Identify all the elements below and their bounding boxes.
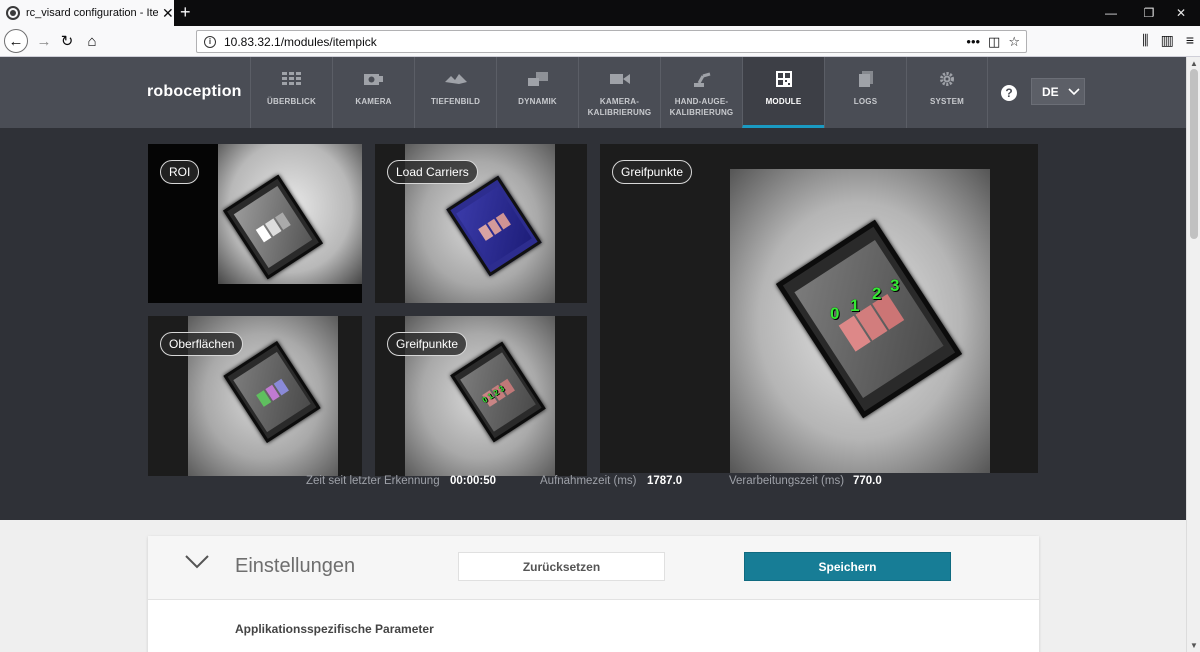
menu-item-logs[interactable]: LOGS <box>824 57 906 128</box>
browser-tab[interactable]: rc_visard configuration - Item P ✕ <box>0 0 174 26</box>
page-scrollbar[interactable]: ▲ ▼ <box>1186 57 1200 652</box>
grasp-label-2: 2 <box>872 284 882 303</box>
menu-label: KAMERA- KALIBRIERUNG <box>587 97 652 117</box>
grasp-label-3: 3 <box>890 276 900 295</box>
address-bar[interactable]: i 10.83.32.1/modules/itempick ••• ◫ ☆ <box>196 30 1027 53</box>
grasp-points-large-image[interactable]: 0 1 2 3 Greifpunkte <box>600 144 1038 473</box>
last-detection-value: 00:00:50 <box>450 475 497 487</box>
surfaces-image[interactable]: Oberflächen <box>148 316 362 476</box>
toolbar-right: ⫼ ▥ ≡ <box>1142 32 1194 49</box>
logo[interactable]: roboception <box>147 83 242 101</box>
menu-item-tiefenbild[interactable]: TIEFENBILD <box>414 57 496 128</box>
section-title: Applikationsspezifische Parameter <box>235 622 434 636</box>
chevron-down-icon <box>1068 87 1080 95</box>
reset-button[interactable]: Zurücksetzen <box>458 552 665 581</box>
scroll-down-icon[interactable]: ▼ <box>1190 641 1198 650</box>
grasp-label-1: 1 <box>850 296 860 315</box>
depth-icon <box>444 71 467 87</box>
language-select[interactable]: DE <box>1031 78 1085 105</box>
menu-label: HAND-AUGE- KALIBRIERUNG <box>669 97 734 117</box>
save-button[interactable]: Speichern <box>744 552 951 581</box>
menu-label: LOGS <box>853 97 878 106</box>
menu-label: MODULE <box>765 97 802 106</box>
grasp-label-0: 0 <box>830 304 840 323</box>
last-detection-label: Zeit seit letzter Erkennung <box>306 475 440 487</box>
logs-icon <box>855 71 877 87</box>
view-label-grasp-points-small: Greifpunkte <box>387 332 468 356</box>
menu-label: SYSTEM <box>929 97 965 106</box>
settings-header[interactable]: Einstellungen Zurücksetzen Speichern <box>148 536 1039 600</box>
qr-module-icon <box>773 71 795 87</box>
settings-title: Einstellungen <box>235 555 356 577</box>
robot-arm-icon <box>691 71 713 87</box>
menu-item-module[interactable]: MODULE <box>742 57 824 128</box>
menu-item-dynamik[interactable]: DYNAMIK <box>496 57 578 128</box>
pocket-icon[interactable]: ◫ <box>988 34 1000 50</box>
load-carriers-image[interactable]: Load Carriers <box>375 144 587 303</box>
url-text: 10.83.32.1/modules/itempick <box>224 34 377 49</box>
close-tab-icon[interactable]: ✕ <box>162 6 174 20</box>
grasp-points-small-image[interactable]: 0 1 2 3 Greifpunkte <box>375 316 587 476</box>
main-menu: ÜBERBLICK KAMERA TIEFENBILD DYNAMIK KAME… <box>250 57 988 128</box>
url-actions: ••• ◫ ☆ <box>966 34 1020 50</box>
scroll-up-icon[interactable]: ▲ <box>1190 59 1198 68</box>
detection-stats: Zeit seit letzter Erkennung 00:00:50 Auf… <box>0 475 1186 495</box>
app-header: roboception ÜBERBLICK KAMERA TIEFENBILD <box>0 57 1186 128</box>
minimize-button[interactable]: — <box>1092 0 1130 26</box>
forward-button[interactable]: → <box>32 29 56 53</box>
settings-card: Einstellungen Zurücksetzen Speichern App… <box>148 536 1039 652</box>
bookmark-star-icon[interactable]: ☆ <box>1008 34 1020 50</box>
view-label-load-carriers: Load Carriers <box>387 160 478 184</box>
chevron-down-icon[interactable] <box>185 555 209 569</box>
menu-item-hand-auge-kalibrierung[interactable]: HAND-AUGE- KALIBRIERUNG <box>660 57 742 128</box>
menu-item-kamera[interactable]: KAMERA <box>332 57 414 128</box>
app: roboception ÜBERBLICK KAMERA TIEFENBILD <box>0 57 1186 652</box>
info-icon[interactable]: i <box>204 35 216 48</box>
menu-item-kamera-kalibrierung[interactable]: KAMERA- KALIBRIERUNG <box>578 57 660 128</box>
gear-icon <box>936 71 958 87</box>
view-label-roi: ROI <box>160 160 200 184</box>
page-actions-icon[interactable]: ••• <box>966 34 980 50</box>
menu-label: TIEFENBILD <box>430 97 481 106</box>
library-icon[interactable]: ⫼ <box>1142 32 1148 49</box>
dynamics-icon <box>527 71 549 87</box>
back-button[interactable]: ← <box>4 29 28 53</box>
menu-label: DYNAMIK <box>518 97 557 106</box>
browser-nav-bar: ← → ↻ ⌂ i 10.83.32.1/modules/itempick ••… <box>0 26 1200 57</box>
close-window-button[interactable]: ✕ <box>1162 0 1200 26</box>
processing-time-value: 770.0 <box>853 475 882 487</box>
grid-icon <box>281 71 303 87</box>
tab-title: rc_visard configuration - Item P <box>26 7 158 19</box>
image-viewer: ROI Load Carriers Oberflächen 0 1 2 3 Gr… <box>0 128 1186 520</box>
new-tab-button[interactable]: + <box>180 3 191 21</box>
favicon-icon <box>6 6 20 20</box>
reload-button[interactable]: ↻ <box>55 29 79 53</box>
menu-item-ueberblick[interactable]: ÜBERBLICK <box>250 57 332 128</box>
hamburger-menu-icon[interactable]: ≡ <box>1186 32 1194 49</box>
menu-label: ÜBERBLICK <box>267 97 316 106</box>
menu-label: KAMERA <box>355 97 392 106</box>
browser-tab-bar: rc_visard configuration - Item P ✕ + — ❐… <box>0 0 1200 26</box>
language-value: DE <box>1042 84 1059 99</box>
roi-image[interactable]: ROI <box>148 144 362 303</box>
camera-icon <box>363 71 385 87</box>
menu-item-system[interactable]: SYSTEM <box>906 57 988 128</box>
video-camera-icon <box>609 71 631 87</box>
scrollbar-thumb[interactable] <box>1190 69 1198 239</box>
sidebar-icon[interactable]: ▥ <box>1161 32 1174 49</box>
capture-time-value: 1787.0 <box>647 475 683 487</box>
view-label-grasp-points-large: Greifpunkte <box>612 160 693 184</box>
help-icon[interactable]: ? <box>1001 85 1017 101</box>
home-button[interactable]: ⌂ <box>80 29 104 53</box>
capture-time-label: Aufnahmezeit (ms) <box>540 475 637 487</box>
processing-time-label: Verarbeitungszeit (ms) <box>729 475 845 487</box>
view-label-surfaces: Oberflächen <box>160 332 244 356</box>
